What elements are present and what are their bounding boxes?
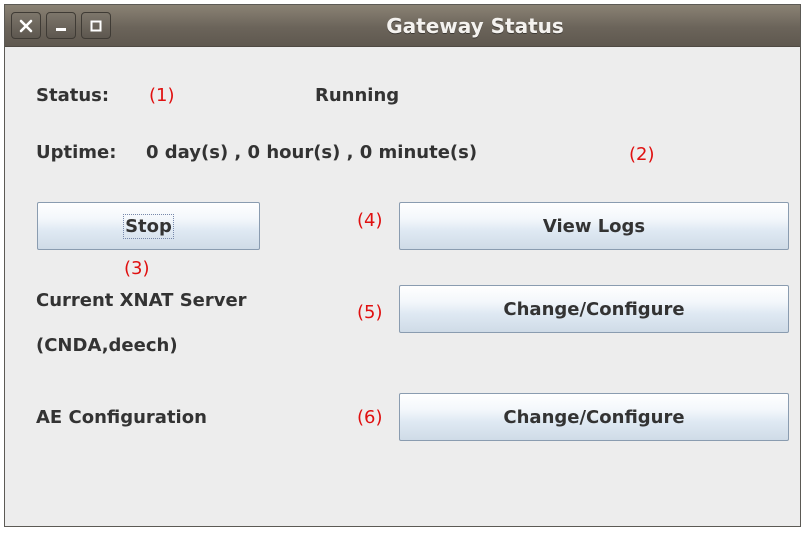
maximize-button[interactable] xyxy=(81,12,111,39)
xnat-change-configure-button[interactable]: Change/Configure xyxy=(399,285,789,333)
stop-button[interactable]: Stop xyxy=(37,202,260,250)
xnat-server-value: (CNDA,deech) xyxy=(36,335,178,356)
stop-button-label: Stop xyxy=(123,213,174,239)
minimize-icon xyxy=(54,19,68,33)
ae-change-configure-button[interactable]: Change/Configure xyxy=(399,393,789,441)
uptime-marker: (2) xyxy=(629,144,655,165)
ae-change-configure-label: Change/Configure xyxy=(503,406,685,428)
status-label: Status: xyxy=(36,85,110,106)
view-logs-marker: (4) xyxy=(357,210,383,231)
uptime-label: Uptime: xyxy=(36,142,117,163)
ae-configuration-label: AE Configuration xyxy=(36,407,207,428)
xnat-server-label: Current XNAT Server xyxy=(36,290,247,311)
title-bar[interactable]: Gateway Status xyxy=(5,5,800,47)
maximize-icon xyxy=(89,19,103,33)
xnat-change-configure-label: Change/Configure xyxy=(503,298,685,320)
window-title: Gateway Status xyxy=(386,14,564,38)
gateway-status-window: Gateway Status Status: (1) Running Uptim… xyxy=(4,4,801,527)
minimize-button[interactable] xyxy=(46,12,76,39)
view-logs-button-label: View Logs xyxy=(542,215,646,237)
status-marker: (1) xyxy=(149,85,175,106)
ae-marker: (6) xyxy=(357,407,383,428)
stop-marker: (3) xyxy=(124,258,150,279)
xnat-marker: (5) xyxy=(357,302,383,323)
status-value: Running xyxy=(315,85,400,106)
close-icon xyxy=(19,19,33,33)
close-button[interactable] xyxy=(11,12,41,39)
uptime-value: 0 day(s) , 0 hour(s) , 0 minute(s) xyxy=(146,142,478,163)
view-logs-button[interactable]: View Logs xyxy=(399,202,789,250)
